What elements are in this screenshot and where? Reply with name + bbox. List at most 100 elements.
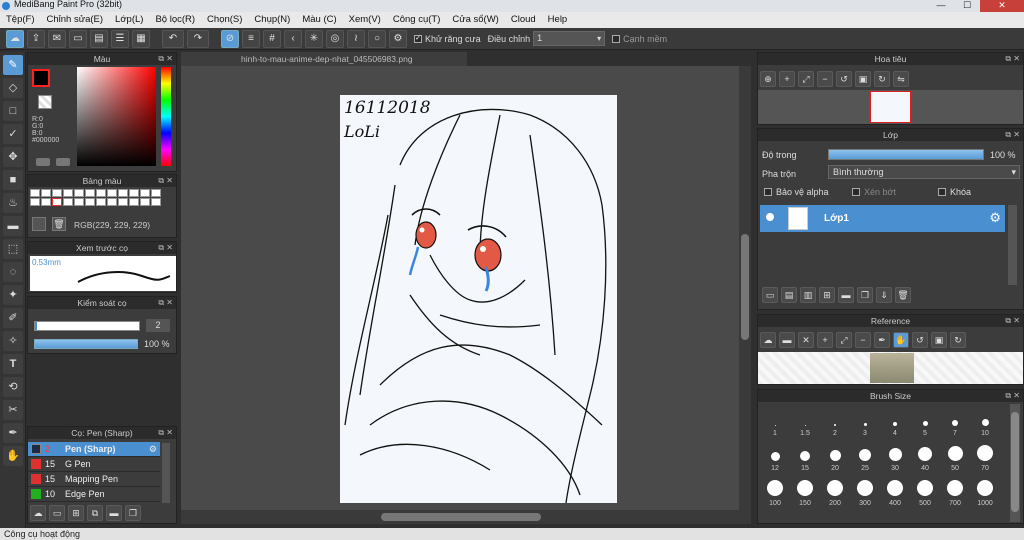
fit-window-icon[interactable]: ▣ [855, 71, 871, 87]
lock-toggle[interactable]: Khóa [938, 187, 971, 197]
zoom-out-icon[interactable]: − [855, 332, 871, 348]
palette-swatch[interactable] [140, 198, 150, 206]
brush-size-option[interactable]: 1000 [970, 474, 1000, 509]
palette-swatch[interactable] [63, 198, 73, 206]
background-color-swatch[interactable] [38, 95, 52, 109]
palette-swatch[interactable] [151, 198, 161, 206]
text-tool-icon[interactable]: T [3, 354, 23, 374]
new-brush-icon[interactable]: ▭ [49, 505, 65, 521]
layer-scrollbar[interactable] [1008, 205, 1017, 285]
cloud-brush-icon[interactable]: ☁ [30, 505, 46, 521]
palette-swatch[interactable] [151, 189, 161, 197]
panel-buttons[interactable]: ⧉ ✕ [1005, 390, 1020, 402]
brush-size-option[interactable]: 12 [760, 439, 790, 474]
navigator-viewport[interactable] [870, 91, 911, 123]
brush-size-option[interactable]: 1.5 [790, 404, 820, 439]
brush-size-option[interactable]: 5 [910, 404, 940, 439]
vanishing-snap-icon[interactable]: ‹ [284, 29, 302, 48]
menu-select[interactable]: Chọn(S) [201, 12, 248, 28]
palette-swatch[interactable] [96, 189, 106, 197]
gear-icon[interactable]: ⚙ [989, 210, 1001, 226]
add-brush-icon[interactable]: ⊞ [68, 505, 84, 521]
divide-tool-icon[interactable]: ✂ [3, 400, 23, 420]
soft-edge-toggle[interactable]: Cạnh mềm [612, 34, 667, 44]
brush-item-mapping-pen[interactable]: 15 Mapping Pen [28, 472, 160, 487]
layer-opacity-slider[interactable] [828, 149, 984, 160]
comment-icon[interactable]: ✉ [48, 29, 66, 48]
rotate-left-icon[interactable]: ↺ [912, 332, 928, 348]
menu-window[interactable]: Cửa sổ(W) [446, 12, 504, 28]
brush-size-option[interactable]: 20 [820, 439, 850, 474]
horizontal-scroll-thumb[interactable] [381, 513, 541, 521]
palette-swatch[interactable] [129, 198, 139, 206]
settings-snap-icon[interactable]: ⚙ [389, 29, 407, 48]
menu-cloud[interactable]: Cloud [505, 12, 542, 28]
brush-size-option[interactable]: 1 [760, 404, 790, 439]
select-pen-tool-icon[interactable]: ✐ [3, 308, 23, 328]
bucket-tool-icon[interactable]: ♨ [3, 193, 23, 213]
panel-buttons[interactable]: ⧉ ✕ [158, 297, 173, 309]
brush-size-option[interactable]: 2 [820, 404, 850, 439]
select-eraser-tool-icon[interactable]: ✧ [3, 331, 23, 351]
palette-swatch[interactable] [30, 198, 40, 206]
palette-swatch[interactable] [85, 198, 95, 206]
page-icon[interactable]: ▭ [69, 29, 87, 48]
clipping-checkbox[interactable] [852, 188, 860, 196]
palette-swatch[interactable] [129, 189, 139, 197]
palette-swatch[interactable] [52, 198, 62, 206]
soft-edge-checkbox[interactable] [612, 34, 621, 43]
panel-buttons[interactable]: ⧉ ✕ [1005, 53, 1020, 65]
palette-swatch[interactable] [140, 189, 150, 197]
brush-size-option[interactable]: 40 [910, 439, 940, 474]
rectangle-tool-icon[interactable]: □ [3, 101, 23, 121]
brush-tool-icon[interactable]: ✎ [3, 55, 23, 75]
navigator-preview[interactable] [758, 90, 1023, 124]
palette-swatch[interactable] [96, 198, 106, 206]
rotate-left-icon[interactable]: ↺ [836, 71, 852, 87]
color-mode-icon[interactable] [36, 158, 50, 166]
adjust-select[interactable]: 1 [533, 31, 606, 46]
magic-wand-tool-icon[interactable]: ✦ [3, 285, 23, 305]
antialias-toggle[interactable]: ✓ Khử răng cưa [414, 34, 481, 44]
operation-tool-icon[interactable]: ⟲ [3, 377, 23, 397]
dot-tool-icon[interactable]: ✓ [3, 124, 23, 144]
menu-edit[interactable]: Chỉnh sửa(E) [41, 12, 110, 28]
menu-capture[interactable]: Chụp(N) [248, 12, 296, 28]
panel-buttons[interactable]: ⧉ ✕ [158, 53, 173, 65]
palette-swatch[interactable] [107, 189, 117, 197]
new-color-layer-icon[interactable]: ▤ [781, 287, 797, 303]
panel-buttons[interactable]: ⧉ ✕ [158, 242, 173, 254]
palette-swatch[interactable] [63, 189, 73, 197]
trash-icon[interactable]: 🗑 [52, 217, 66, 231]
brush-size-option[interactable]: 7 [940, 404, 970, 439]
new-layer-icon[interactable]: ▭ [762, 287, 778, 303]
upload-icon[interactable]: ⇪ [27, 29, 45, 48]
brush-size-option[interactable]: 15 [790, 439, 820, 474]
folder-icon[interactable]: ▬ [838, 287, 854, 303]
reference-preview[interactable] [758, 352, 1023, 384]
crosshatch-snap-icon[interactable]: # [263, 29, 281, 48]
delete-layer-icon[interactable]: 🗑 [895, 287, 911, 303]
brush-opacity-slider[interactable] [34, 339, 138, 349]
layer-row[interactable]: Lớp1 ⚙ [760, 205, 1005, 232]
rotate-right-icon[interactable]: ↻ [950, 332, 966, 348]
curve-snap-icon[interactable]: ≀ [347, 29, 365, 48]
minimize-button[interactable]: — [928, 0, 954, 12]
undo-icon[interactable]: ↶ [162, 29, 184, 48]
eye-icon[interactable] [766, 213, 774, 221]
palette-swatch[interactable] [118, 198, 128, 206]
fill-shape-tool-icon[interactable]: ■ [3, 170, 23, 190]
brush-size-option[interactable]: 10 [970, 404, 1000, 439]
duplicate-icon[interactable]: ❐ [125, 505, 141, 521]
move-tool-icon[interactable]: ✥ [3, 147, 23, 167]
brush-list-scrollbar[interactable] [162, 443, 170, 503]
menu-layer[interactable]: Lớp(L) [109, 12, 149, 28]
brush-size-option[interactable]: 400 [880, 474, 910, 509]
foreground-color-swatch[interactable] [32, 69, 50, 87]
brush-size-value[interactable]: 2 [146, 319, 170, 332]
vertical-scroll-thumb[interactable] [741, 234, 749, 340]
saturation-value-picker[interactable] [77, 67, 156, 166]
brush-item-g-pen[interactable]: 15 G Pen [28, 457, 160, 472]
brush-size-option[interactable]: 25 [850, 439, 880, 474]
zoom-out-icon[interactable]: − [817, 71, 833, 87]
